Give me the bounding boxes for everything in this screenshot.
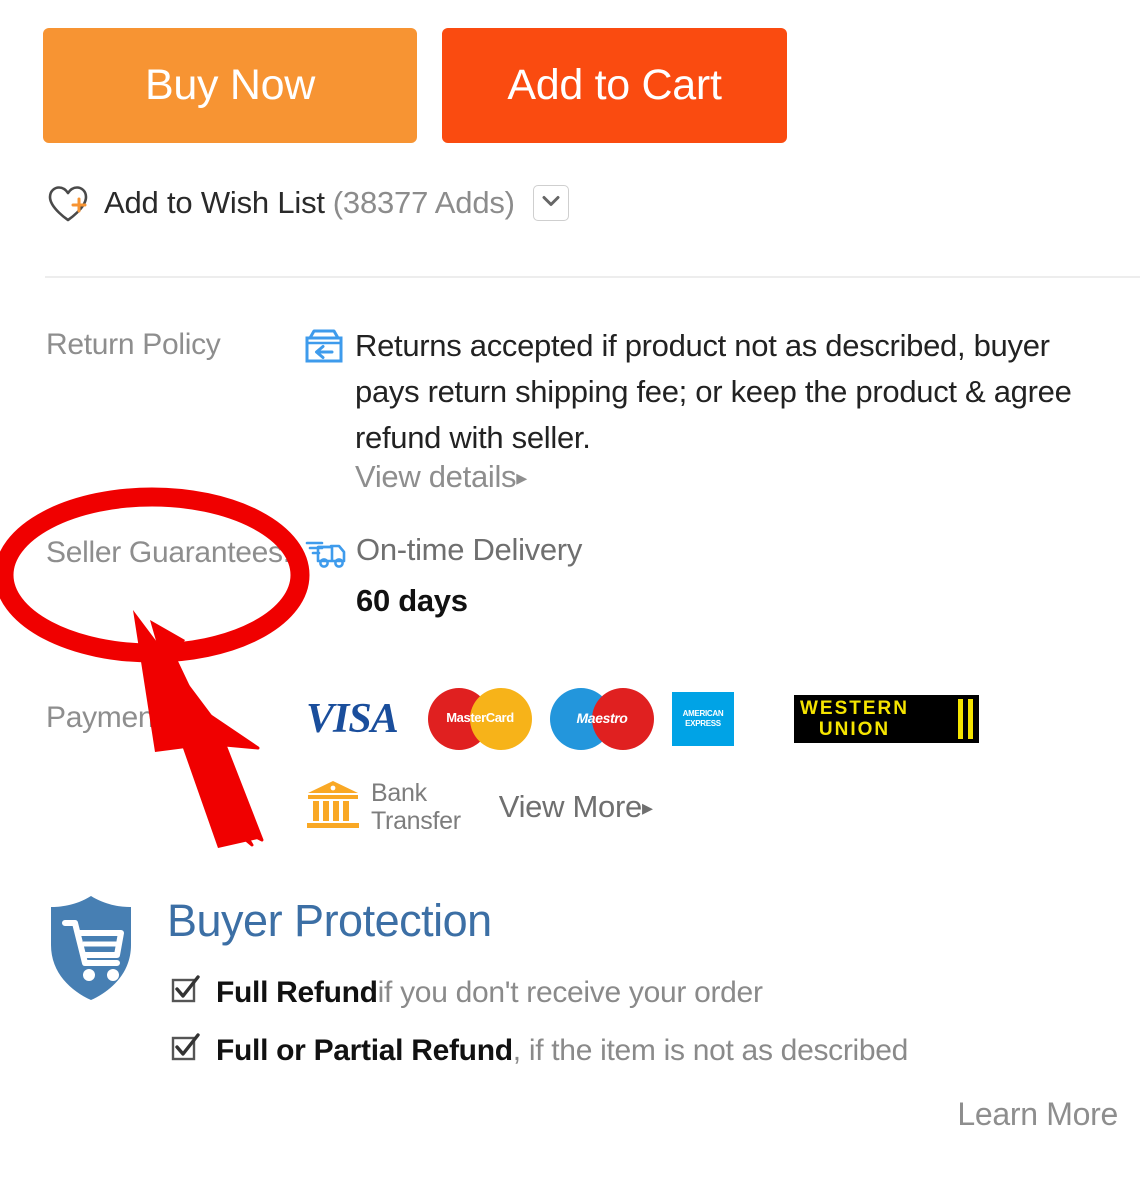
delivery-days: 60 days (356, 583, 468, 618)
red-pointer-arrow-head (150, 620, 185, 672)
heart-plus-icon (46, 183, 92, 223)
view-more-label: View More (498, 788, 642, 824)
view-details-link[interactable]: View details▸ (355, 459, 527, 495)
wishlist-label: Add to Wish List (104, 185, 325, 220)
red-pointer-arrow (148, 673, 264, 847)
bank-icon (303, 776, 363, 837)
buyer-protection-item-strong: Full or Partial Refund (216, 1034, 513, 1067)
bank-transfer-row: Bank Transfer View More▸ (303, 776, 653, 837)
add-to-cart-button[interactable]: Add to Cart (442, 28, 787, 143)
checkbox-checked-icon (170, 974, 200, 1012)
payment-label: Paymen (46, 701, 155, 734)
red-highlight-ellipse (0, 487, 310, 663)
view-more-link[interactable]: View More▸ (499, 789, 653, 825)
american-express-logo: AMERICAN EXPRESS (672, 692, 794, 746)
purchase-actions: Buy Now Add to Cart (43, 28, 787, 143)
learn-more-link[interactable]: Learn More (957, 1096, 1118, 1133)
return-box-icon (303, 327, 345, 370)
buyer-protection-item-strong: Full Refund (216, 976, 378, 1009)
return-policy-text: Returns accepted if product not as descr… (355, 328, 1072, 455)
right-triangle-icon: ▸ (516, 465, 528, 490)
right-triangle-icon: ▸ (641, 794, 653, 820)
visa-logo: VISA (306, 696, 399, 742)
maestro-logo: Maestro (550, 688, 672, 750)
view-details-label: View details (355, 459, 517, 494)
wishlist-count: (38377 Adds) (332, 185, 515, 220)
buyer-protection-item: Full Refund if you don't receive your or… (170, 974, 763, 1012)
wishlist-dropdown-button[interactable] (532, 185, 569, 221)
return-policy-label: Return Policy (46, 328, 221, 361)
chevron-down-icon (542, 194, 560, 212)
buyer-protection-title: Buyer Protection (167, 895, 492, 946)
delivery-title: On-time Delivery (356, 532, 583, 567)
buyer-protection-item-rest: , if the item is not as described (512, 1034, 909, 1067)
buy-now-button[interactable]: Buy Now (43, 28, 417, 143)
checkbox-checked-icon (170, 1032, 200, 1070)
payment-methods-row: VISA MasterCard Maestro AMERICAN EXPRESS… (306, 688, 994, 750)
western-union-logo: WESTERN UNION (794, 695, 994, 743)
delivery-truck-icon (304, 533, 348, 576)
mastercard-logo: MasterCard (428, 688, 550, 750)
buyer-protection-item: Full or Partial Refund , if the item is … (170, 1032, 908, 1070)
shield-cart-icon (45, 893, 137, 1008)
bank-transfer-label: Bank Transfer (371, 778, 461, 835)
red-pointer-arrow-shaft (152, 640, 262, 848)
wishlist-row[interactable]: Add to Wish List (38377 Adds) (46, 183, 569, 223)
seller-guarantees-label: Seller Guarantees: (46, 536, 291, 569)
section-divider (45, 276, 1140, 278)
annotation-overlay (0, 487, 310, 848)
buyer-protection-item-rest: if you don't receive your order (377, 976, 763, 1009)
